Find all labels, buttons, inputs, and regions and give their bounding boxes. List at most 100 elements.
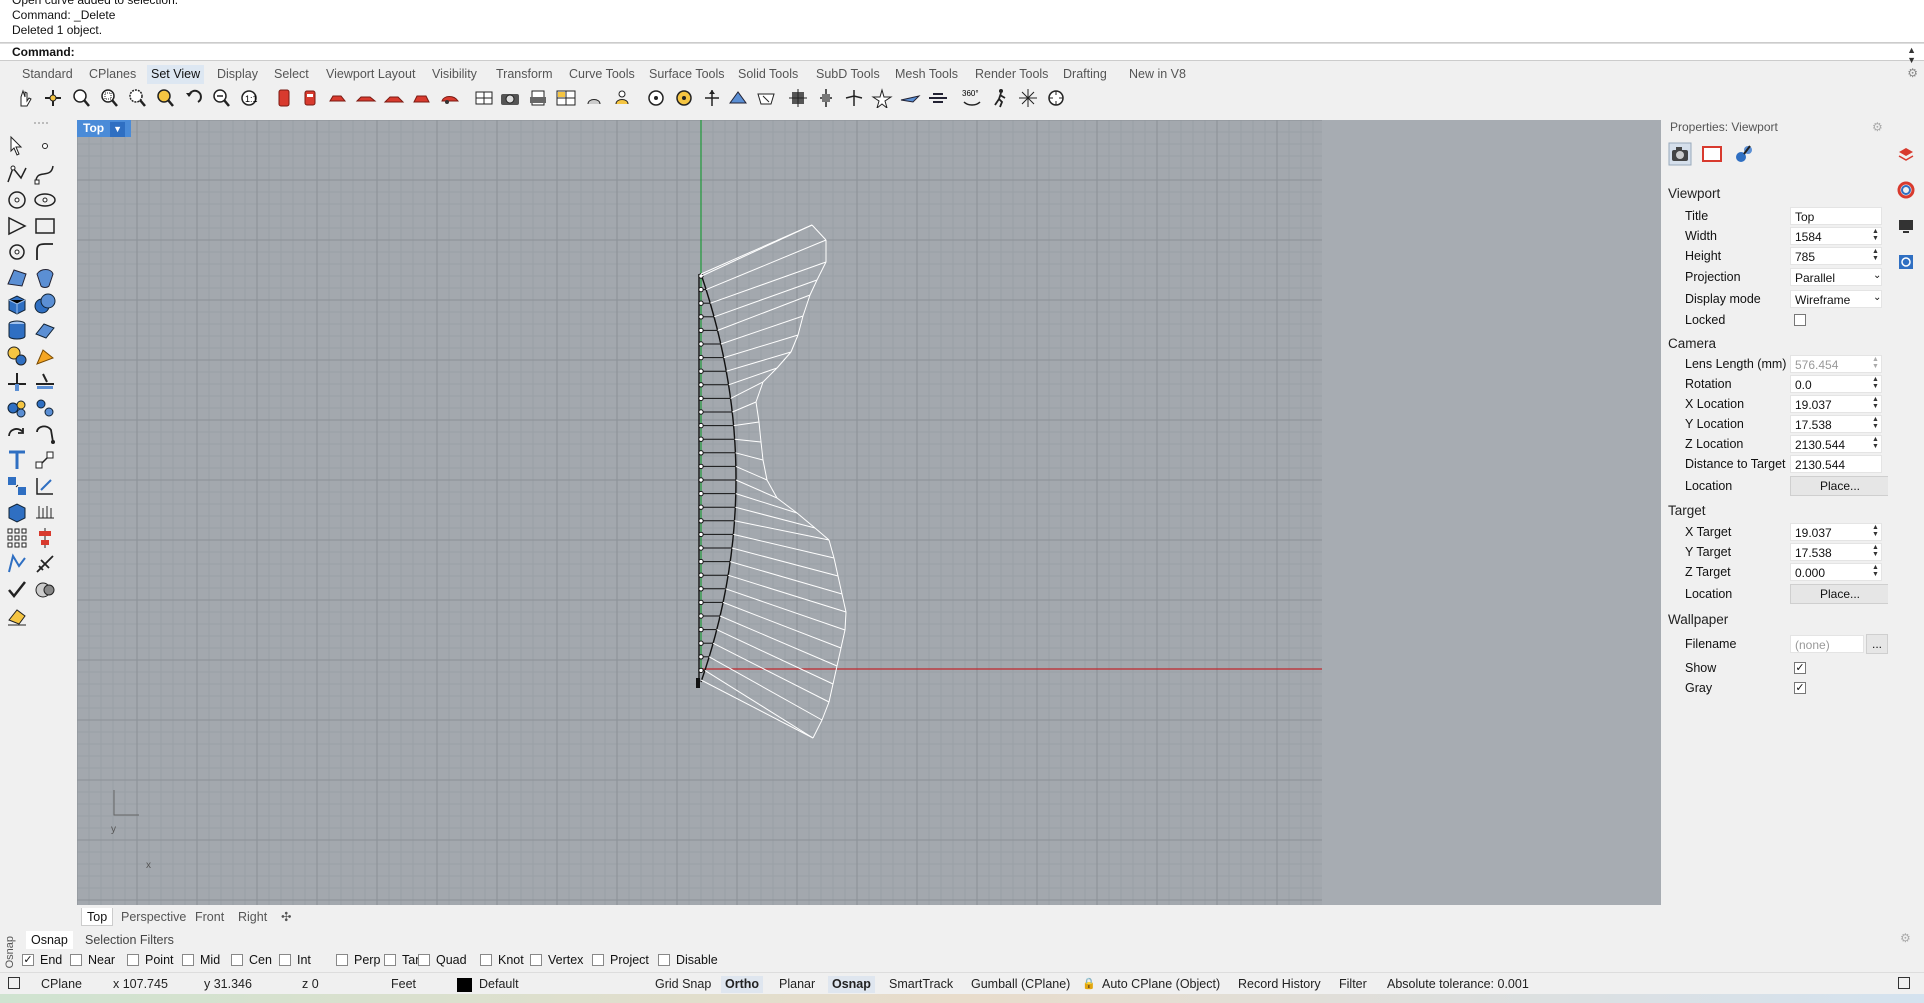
tab-render-tools[interactable]: Render Tools — [971, 65, 1052, 84]
status-layer[interactable]: Default — [479, 976, 519, 993]
checkbox-box[interactable] — [182, 954, 194, 966]
maximize-icon[interactable] — [1898, 977, 1910, 989]
move-icon[interactable] — [33, 422, 57, 446]
tab-select[interactable]: Select — [270, 65, 313, 84]
rotate-view-icon[interactable] — [41, 86, 65, 110]
four-view-icon[interactable] — [472, 86, 496, 110]
display-settings-icon[interactable] — [1732, 142, 1756, 166]
explode-view-icon[interactable] — [1016, 86, 1040, 110]
checkbox-box[interactable] — [336, 954, 348, 966]
render-icon[interactable] — [33, 578, 57, 602]
prop-input-width[interactable]: 1584 — [1790, 227, 1882, 245]
boolean-union-icon[interactable] — [33, 292, 57, 316]
tab-display[interactable]: Display — [213, 65, 262, 84]
panel-gear-icon[interactable]: ⚙ — [1872, 120, 1883, 134]
spinner-icon[interactable]: ▲ ▼ — [1872, 524, 1879, 538]
join-icon[interactable] — [5, 396, 29, 420]
text-icon[interactable] — [5, 448, 29, 472]
prop-input-z-target[interactable]: 0.000 — [1790, 563, 1882, 581]
explode-icon[interactable] — [33, 396, 57, 420]
airplane-view-icon[interactable] — [842, 86, 866, 110]
arc-icon[interactable] — [5, 240, 29, 264]
light-icon[interactable] — [33, 344, 57, 368]
osnap-vertex-checkbox[interactable]: Vertex — [530, 951, 583, 969]
select-arrow-icon[interactable] — [5, 134, 29, 158]
tab-surface-tools[interactable]: Surface Tools — [645, 65, 729, 84]
osnap-knot-checkbox[interactable]: Knot — [480, 951, 524, 969]
dropdown-arrow-icon[interactable]: ▼ — [110, 122, 126, 137]
spinner-icon[interactable]: ▲ ▼ — [1872, 544, 1879, 558]
osnap-tan-checkbox[interactable]: Tan — [384, 951, 422, 969]
tab-top-view[interactable]: Top — [81, 908, 114, 926]
point-icon[interactable] — [33, 134, 57, 158]
walkabout-icon[interactable] — [988, 86, 1012, 110]
status-cplane[interactable]: CPlane — [41, 976, 82, 993]
tab-front-view[interactable]: Front — [190, 908, 229, 926]
prop-input-z-location[interactable]: 2130.544 — [1790, 435, 1882, 453]
zoom-1to1-icon[interactable]: 1:1 — [237, 86, 261, 110]
camera-place-button[interactable]: Place... — [1790, 476, 1890, 496]
tab-subd-tools[interactable]: SubD Tools — [812, 65, 884, 84]
camera-icon[interactable] — [498, 86, 522, 110]
status-record-history[interactable]: Record History — [1238, 976, 1321, 993]
undo-view-icon[interactable] — [181, 86, 205, 110]
status-osnap[interactable]: Osnap — [828, 976, 875, 993]
solid-box-icon[interactable] — [5, 500, 29, 524]
tab-mesh-tools[interactable]: Mesh Tools — [891, 65, 962, 84]
viewport-properties-icon[interactable] — [1044, 86, 1068, 110]
display-panel-icon[interactable] — [1896, 216, 1916, 236]
osnap-mid-checkbox[interactable]: Mid — [182, 951, 220, 969]
align-icon[interactable] — [33, 526, 57, 550]
checkbox-box[interactable] — [480, 954, 492, 966]
osnap-near-checkbox[interactable]: Near — [70, 951, 115, 969]
checkbox-box[interactable] — [418, 954, 430, 966]
prop-input-x-location[interactable]: 19.037 — [1790, 395, 1882, 413]
named-view-icon[interactable] — [272, 86, 296, 110]
status-gumball[interactable]: Gumball (CPlane) — [971, 976, 1070, 993]
gear-icon[interactable]: ⚙ — [1907, 66, 1918, 80]
target-icon[interactable] — [644, 86, 668, 110]
polyline-icon[interactable] — [5, 162, 29, 186]
checkbox-box[interactable]: ✓ — [22, 954, 34, 966]
viewport-canvas[interactable] — [77, 120, 1661, 905]
bounding-view-icon[interactable] — [786, 86, 810, 110]
osnap-int-checkbox[interactable]: Int — [279, 951, 311, 969]
prop-input-filename[interactable]: (none) — [1790, 635, 1864, 653]
plan-view-icon[interactable] — [726, 86, 750, 110]
status-ortho[interactable]: Ortho — [721, 976, 764, 993]
target-place-button[interactable]: Place... — [1790, 584, 1890, 604]
car-view-icon[interactable] — [410, 86, 434, 110]
eraser-icon[interactable] — [5, 604, 29, 628]
prop-input-y-location[interactable]: 17.538 — [1790, 415, 1882, 433]
chevron-down-icon[interactable]: ⌄ — [1873, 292, 1881, 303]
pan-icon[interactable] — [13, 86, 37, 110]
ellipse-icon[interactable] — [33, 188, 57, 212]
layer-color-swatch[interactable] — [457, 978, 472, 992]
prop-input-height[interactable]: 785 — [1790, 247, 1882, 265]
tab-transform[interactable]: Transform — [492, 65, 557, 84]
box-icon[interactable] — [5, 292, 29, 316]
camera-car-icon[interactable] — [298, 86, 322, 110]
checkbox-box[interactable] — [127, 954, 139, 966]
zoom-icon[interactable] — [69, 86, 93, 110]
array-icon[interactable] — [5, 526, 29, 550]
plane-side-view-icon[interactable] — [926, 86, 950, 110]
status-units[interactable]: Feet — [391, 976, 416, 993]
scale-icon[interactable] — [33, 474, 57, 498]
tab-perspective-view[interactable]: Perspective — [116, 908, 191, 926]
status-grid-snap[interactable]: Grid Snap — [655, 976, 711, 993]
zoom-extents-icon[interactable] — [125, 86, 149, 110]
cplane-view-icon[interactable] — [754, 86, 778, 110]
tab-new-in-v8[interactable]: New in V8 — [1125, 65, 1190, 84]
zoom-window-icon[interactable] — [97, 86, 121, 110]
tab-visibility[interactable]: Visibility — [428, 65, 481, 84]
plane-top-view-icon[interactable] — [898, 86, 922, 110]
trim-icon[interactable] — [5, 370, 29, 394]
gray-checkbox[interactable]: ✓ — [1794, 682, 1806, 694]
car-view-icon[interactable] — [354, 86, 378, 110]
ruler-icon[interactable] — [33, 552, 57, 576]
curve-icon[interactable] — [33, 162, 57, 186]
tab-cplanes[interactable]: CPlanes — [85, 65, 140, 84]
prop-input-y-target[interactable]: 17.538 — [1790, 543, 1882, 561]
image-view-icon[interactable] — [554, 86, 578, 110]
